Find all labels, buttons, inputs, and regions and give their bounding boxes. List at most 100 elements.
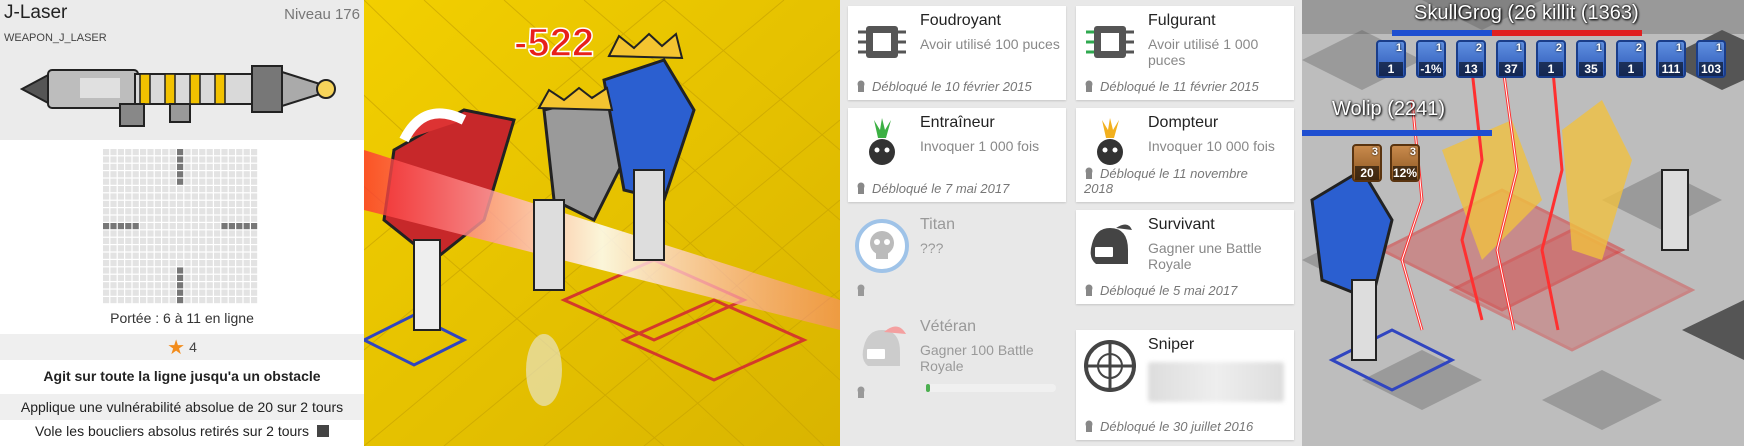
trophy-card[interactable]: Entraîneur Invoquer 1 000 fois Débloqué … <box>848 108 1066 202</box>
effect-icon[interactable]: 1 37 <box>1496 40 1526 78</box>
range-cell <box>243 193 250 200</box>
trophy-desc-hidden <box>1148 362 1284 402</box>
battle-board: -522 <box>364 0 840 446</box>
range-cell <box>154 149 161 156</box>
range-cell <box>199 186 206 193</box>
range-cell <box>191 267 198 274</box>
effect-stacks: 1 <box>1675 42 1682 54</box>
range-cell <box>221 163 228 170</box>
enemy-name-2[interactable]: killit (1363) <box>1542 2 1639 25</box>
range-cell-active <box>110 223 117 230</box>
effect-icon[interactable]: 1 35 <box>1576 40 1606 78</box>
range-cell <box>221 245 228 252</box>
range-cell <box>117 186 124 193</box>
range-cell <box>221 282 228 289</box>
range-cell <box>110 274 117 281</box>
range-cell <box>110 297 117 304</box>
range-cell <box>154 163 161 170</box>
range-cell <box>228 193 235 200</box>
trophy-card[interactable]: Foudroyant Avoir utilisé 100 puces Déblo… <box>848 6 1066 100</box>
range-cell <box>162 193 169 200</box>
range-cell <box>206 200 213 207</box>
range-cell <box>117 208 124 215</box>
range-cell <box>103 237 110 244</box>
chip-icon <box>858 26 906 58</box>
enemy-name-1[interactable]: SkullGrog (26 <box>1414 2 1536 25</box>
trophy-date-text: Débloqué le 11 novembre 2018 <box>1084 166 1248 196</box>
effect-icon[interactable]: 2 13 <box>1456 40 1486 78</box>
range-cell <box>162 208 169 215</box>
effect-icon[interactable]: 3 20 <box>1352 144 1382 182</box>
range-cell <box>103 149 110 156</box>
range-cell <box>125 193 132 200</box>
checkbox-icon[interactable] <box>316 425 329 437</box>
range-cell <box>177 193 184 200</box>
trophy-date <box>856 385 872 400</box>
range-cell <box>184 193 191 200</box>
effect-icon[interactable]: 21 <box>1616 40 1646 78</box>
range-cell <box>236 208 243 215</box>
range-cell <box>154 193 161 200</box>
weapon-range: Portée : 6 à 11 en ligne <box>110 310 254 326</box>
range-cell <box>154 274 161 281</box>
effect-stacks: 3 <box>1371 146 1378 158</box>
range-cell <box>117 215 124 222</box>
range-cell <box>103 200 110 207</box>
range-cell <box>125 245 132 252</box>
effect-icon[interactable]: 1 111 <box>1656 40 1686 78</box>
effect-icon[interactable]: 21 <box>1536 40 1566 78</box>
range-cell <box>243 186 250 193</box>
effect-icon[interactable]: 3 12% <box>1390 144 1420 182</box>
range-cell <box>117 230 124 237</box>
range-cell-active <box>177 274 184 281</box>
player-name[interactable]: Wolip (2241) <box>1332 98 1445 121</box>
range-cell <box>132 289 139 296</box>
range-cell <box>243 245 250 252</box>
weapon-level: Niveau 176 <box>284 6 360 23</box>
trophy-card[interactable]: Fulgurant Avoir utilisé 1 000 puces Débl… <box>1076 6 1294 100</box>
trophy-progress-bar <box>926 384 1056 392</box>
range-cell <box>228 163 235 170</box>
effect-icon[interactable]: 1 103 <box>1696 40 1726 78</box>
range-cell <box>110 215 117 222</box>
range-cell <box>110 260 117 267</box>
range-cell <box>177 208 184 215</box>
range-cell <box>169 260 176 267</box>
range-cell <box>110 282 117 289</box>
weapon-effect-3: Vole les boucliers absolus retirés sur 2… <box>0 423 364 439</box>
range-cell <box>199 260 206 267</box>
range-cell <box>110 171 117 178</box>
range-cell <box>199 297 206 304</box>
trophy-date: Débloqué le 30 juillet 2016 <box>1084 419 1253 434</box>
range-cell <box>228 282 235 289</box>
trophy-card[interactable]: Dompteur Invoquer 10 000 fois Débloqué l… <box>1076 108 1294 202</box>
range-cell <box>221 208 228 215</box>
trophy-name: Survivant <box>1148 216 1215 233</box>
trophy-card-locked[interactable]: Vétéran Gagner 100 Battle Royale <box>848 312 1066 406</box>
effect-stacks: 1 <box>1595 42 1602 54</box>
range-cell <box>132 252 139 259</box>
range-cell <box>140 215 147 222</box>
trophy-card-locked[interactable]: Titan ??? <box>848 210 1066 304</box>
range-cell <box>199 149 206 156</box>
range-cell <box>162 252 169 259</box>
range-cell <box>103 215 110 222</box>
range-cell <box>125 163 132 170</box>
effect-stacks: 3 <box>1409 146 1416 158</box>
effect-icon[interactable]: 11 <box>1376 40 1406 78</box>
trophy-card[interactable]: Sniper Débloqué le 30 juillet 2016 <box>1076 330 1294 440</box>
trophy-card[interactable]: Survivant Gagner une Battle Royale Déblo… <box>1076 210 1294 304</box>
range-cell <box>221 252 228 259</box>
range-cell <box>162 215 169 222</box>
range-cell <box>206 230 213 237</box>
range-cell <box>140 193 147 200</box>
unlock-icon <box>1085 284 1093 296</box>
range-cell <box>184 178 191 185</box>
range-cell <box>251 163 258 170</box>
range-cell <box>162 260 169 267</box>
range-cell <box>228 230 235 237</box>
effect-icon[interactable]: 1 -1% <box>1416 40 1446 78</box>
range-cell <box>214 237 221 244</box>
range-cell <box>206 267 213 274</box>
range-cell <box>154 237 161 244</box>
